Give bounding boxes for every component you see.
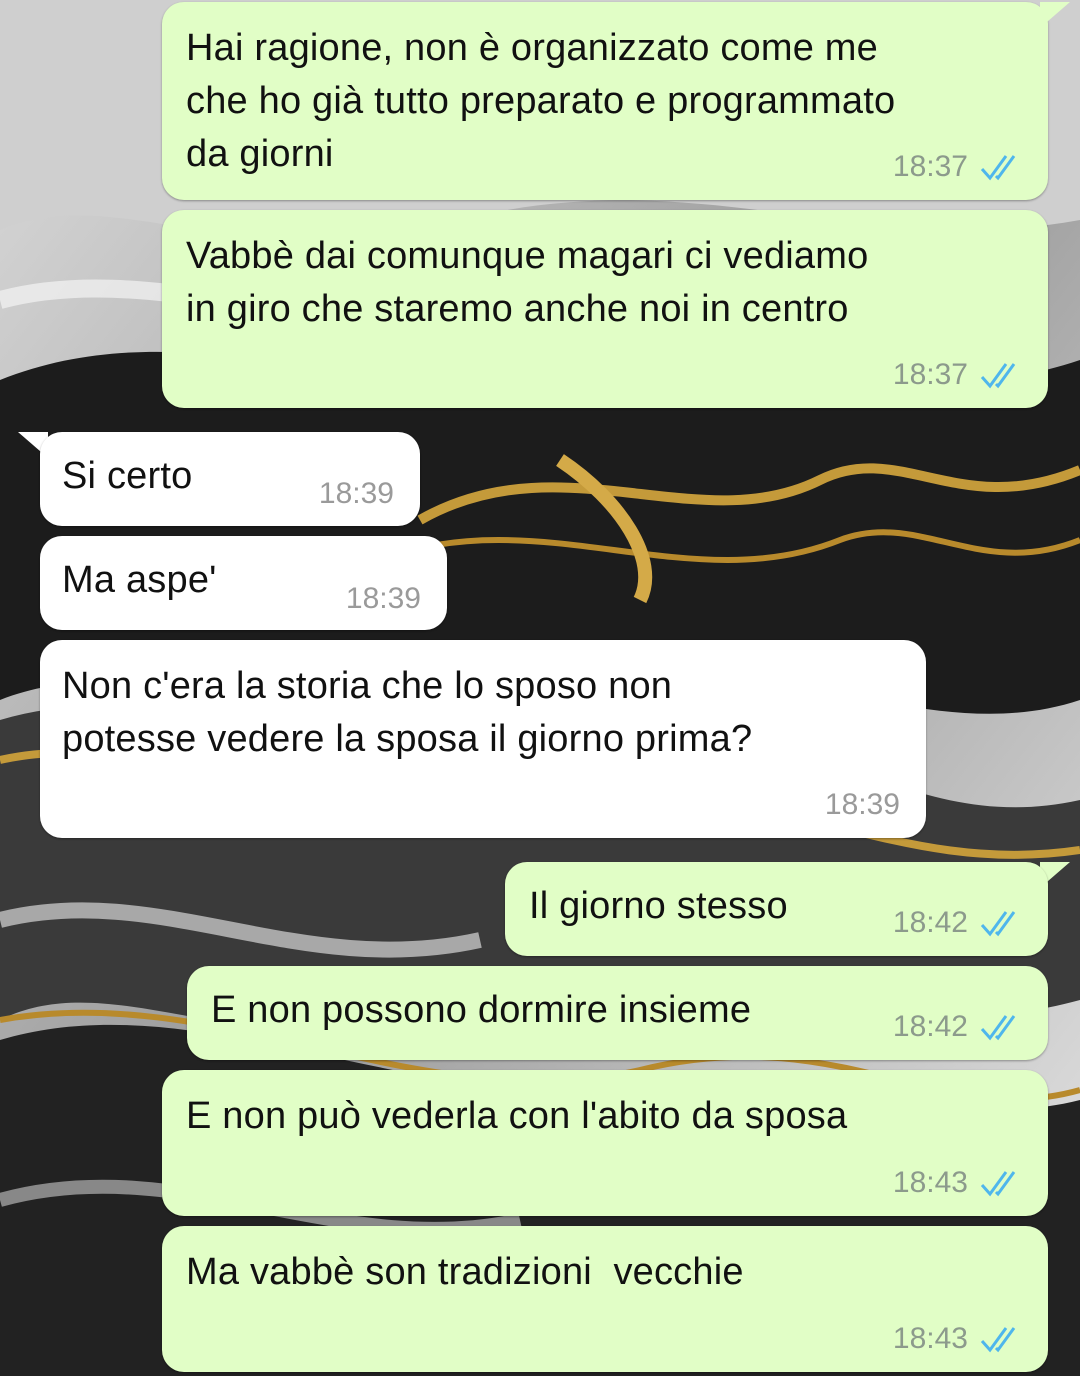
message-text: E non può vederla con l'abito da sposa — [186, 1095, 848, 1137]
bubble-tail — [1040, 2, 1070, 28]
message-bubble-outgoing[interactable]: Il giorno stesso 18:42 — [505, 862, 1048, 956]
message-time: 18:37 — [892, 150, 968, 183]
message-time: 18:39 — [824, 788, 900, 821]
message-text: Si certo — [62, 455, 193, 497]
read-ticks-icon — [980, 363, 1016, 389]
message-time: 18:42 — [892, 1010, 968, 1043]
message-time: 18:39 — [345, 582, 421, 615]
message-meta: 18:39 — [346, 582, 421, 616]
message-time: 18:43 — [892, 1322, 968, 1355]
message-meta: 18:39 — [319, 477, 394, 511]
message-time: 18:37 — [892, 358, 968, 391]
message-time: 18:43 — [892, 1166, 968, 1199]
message-text: Vabbè dai comunque magari ci vediamo in g… — [186, 235, 869, 330]
message-text: Ma aspe' — [62, 559, 217, 601]
read-ticks-icon — [980, 911, 1016, 937]
read-ticks-icon — [980, 1015, 1016, 1041]
message-meta: 18:39 — [825, 788, 900, 822]
message-bubble-outgoing[interactable]: E non possono dormire insieme 18:42 — [187, 966, 1048, 1060]
message-bubble-incoming[interactable]: Non c'era la storia che lo sposo non pote… — [40, 640, 926, 838]
read-ticks-icon — [980, 1327, 1016, 1353]
message-meta: 18:42 — [893, 1010, 1024, 1044]
message-time: 18:42 — [892, 906, 968, 939]
message-text: Hai ragione, non è organizzato come me ch… — [186, 27, 896, 175]
message-text: Non c'era la storia che lo sposo non pote… — [62, 665, 753, 760]
read-ticks-icon — [980, 155, 1016, 181]
message-meta: 18:37 — [893, 358, 1024, 392]
message-bubble-outgoing[interactable]: Ma vabbè son tradizioni vecchie 18:43 — [162, 1226, 1048, 1372]
message-bubble-incoming[interactable]: Ma aspe' 18:39 — [40, 536, 447, 630]
message-meta: 18:43 — [893, 1166, 1024, 1200]
read-ticks-icon — [980, 1171, 1016, 1197]
message-meta: 18:42 — [893, 906, 1024, 940]
message-meta: 18:37 — [893, 150, 1024, 184]
message-text: E non possono dormire insieme — [211, 989, 752, 1031]
message-time: 18:39 — [318, 477, 394, 510]
message-bubble-outgoing[interactable]: Hai ragione, non è organizzato come me ch… — [162, 2, 1048, 200]
message-bubble-outgoing[interactable]: E non può vederla con l'abito da sposa 1… — [162, 1070, 1048, 1216]
message-text: Ma vabbè son tradizioni vecchie — [186, 1251, 744, 1293]
message-bubble-incoming[interactable]: Si certo 18:39 — [40, 432, 420, 526]
message-bubble-outgoing[interactable]: Vabbè dai comunque magari ci vediamo in g… — [162, 210, 1048, 408]
message-text: Il giorno stesso — [529, 885, 788, 927]
message-meta: 18:43 — [893, 1322, 1024, 1356]
